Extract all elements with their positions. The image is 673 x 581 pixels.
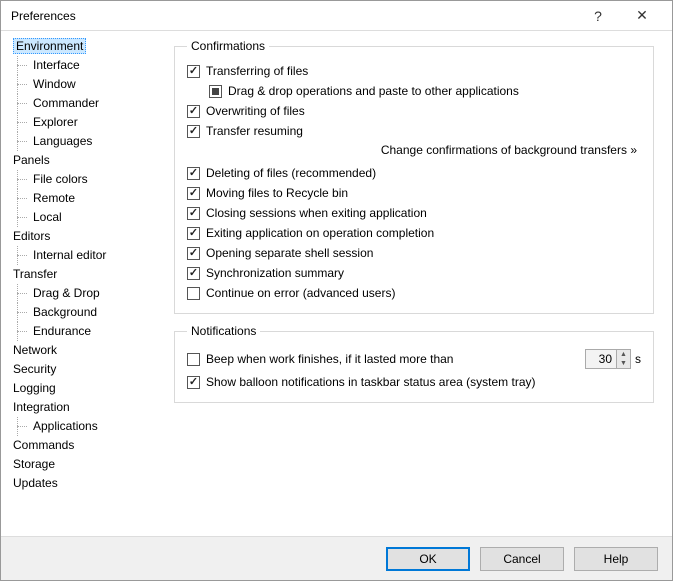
tree-window[interactable]: Window xyxy=(11,75,162,94)
tree-interface[interactable]: Interface xyxy=(11,56,162,75)
content: Environment Interface Window Commander E… xyxy=(1,31,672,536)
chk-deleting[interactable] xyxy=(187,167,200,180)
nav-tree: Environment Interface Window Commander E… xyxy=(1,31,166,536)
chk-drag-paste[interactable] xyxy=(209,85,222,98)
spinner-up-icon[interactable]: ▲ xyxy=(617,350,630,359)
tree-internal-editor[interactable]: Internal editor xyxy=(11,246,162,265)
chk-exiting[interactable] xyxy=(187,227,200,240)
chk-resuming[interactable] xyxy=(187,125,200,138)
help-icon[interactable]: ? xyxy=(576,2,620,30)
help-button[interactable]: Help xyxy=(574,547,658,571)
row-resuming: Transfer resuming xyxy=(187,121,641,141)
tree-applications[interactable]: Applications xyxy=(11,417,162,436)
lbl-balloon[interactable]: Show balloon notifications in taskbar st… xyxy=(206,375,535,389)
tree-languages[interactable]: Languages xyxy=(11,132,162,151)
tree-endurance[interactable]: Endurance xyxy=(11,322,162,341)
tree-environment[interactable]: Environment xyxy=(11,37,162,56)
tree-drag-drop[interactable]: Drag & Drop xyxy=(11,284,162,303)
link-change-bg[interactable]: Change confirmations of background trans… xyxy=(187,141,641,163)
tree-background[interactable]: Background xyxy=(11,303,162,322)
row-continue-err: Continue on error (advanced users) xyxy=(187,283,641,303)
notifications-group: Notifications Beep when work finishes, i… xyxy=(174,324,654,403)
row-beep: Beep when work finishes, if it lasted mo… xyxy=(187,346,641,372)
lbl-shell[interactable]: Opening separate shell session xyxy=(206,246,373,260)
tree-updates[interactable]: Updates xyxy=(11,474,162,493)
tree-file-colors[interactable]: File colors xyxy=(11,170,162,189)
chk-recycle[interactable] xyxy=(187,187,200,200)
chk-continue-err[interactable] xyxy=(187,287,200,300)
lbl-closing[interactable]: Closing sessions when exiting applicatio… xyxy=(206,206,427,220)
beep-seconds-value: 30 xyxy=(586,350,616,368)
row-closing: Closing sessions when exiting applicatio… xyxy=(187,203,641,223)
lbl-recycle[interactable]: Moving files to Recycle bin xyxy=(206,186,348,200)
tree-editors[interactable]: Editors xyxy=(11,227,162,246)
button-bar: OK Cancel Help xyxy=(1,536,672,580)
tree-remote[interactable]: Remote xyxy=(11,189,162,208)
chk-overwriting[interactable] xyxy=(187,105,200,118)
tree-local[interactable]: Local xyxy=(11,208,162,227)
lbl-continue-err[interactable]: Continue on error (advanced users) xyxy=(206,286,395,300)
lbl-deleting[interactable]: Deleting of files (recommended) xyxy=(206,166,376,180)
lbl-sync[interactable]: Synchronization summary xyxy=(206,266,344,280)
cancel-button[interactable]: Cancel xyxy=(480,547,564,571)
beep-unit: s xyxy=(635,352,641,366)
beep-seconds-spinner[interactable]: 30 ▲ ▼ xyxy=(585,349,631,369)
lbl-transferring[interactable]: Transferring of files xyxy=(206,64,308,78)
tree-storage[interactable]: Storage xyxy=(11,455,162,474)
tree-integration[interactable]: Integration xyxy=(11,398,162,417)
ok-button[interactable]: OK xyxy=(386,547,470,571)
lbl-resuming[interactable]: Transfer resuming xyxy=(206,124,303,138)
row-transferring: Transferring of files xyxy=(187,61,641,81)
confirmations-legend: Confirmations xyxy=(187,39,269,53)
window-title: Preferences xyxy=(11,9,576,23)
chk-sync[interactable] xyxy=(187,267,200,280)
close-icon[interactable]: ✕ xyxy=(620,2,664,30)
settings-panel: Confirmations Transferring of files Drag… xyxy=(166,31,672,536)
confirmations-group: Confirmations Transferring of files Drag… xyxy=(174,39,654,314)
tree-commands[interactable]: Commands xyxy=(11,436,162,455)
row-sync: Synchronization summary xyxy=(187,263,641,283)
tree-network[interactable]: Network xyxy=(11,341,162,360)
lbl-drag-paste[interactable]: Drag & drop operations and paste to othe… xyxy=(228,84,519,98)
notifications-legend: Notifications xyxy=(187,324,260,338)
chk-closing[interactable] xyxy=(187,207,200,220)
tree-security[interactable]: Security xyxy=(11,360,162,379)
spinner-down-icon[interactable]: ▼ xyxy=(617,359,630,368)
row-recycle: Moving files to Recycle bin xyxy=(187,183,641,203)
row-overwriting: Overwriting of files xyxy=(187,101,641,121)
chk-beep[interactable] xyxy=(187,353,200,366)
row-balloon: Show balloon notifications in taskbar st… xyxy=(187,372,641,392)
tree-panels[interactable]: Panels xyxy=(11,151,162,170)
tree-transfer[interactable]: Transfer xyxy=(11,265,162,284)
tree-explorer[interactable]: Explorer xyxy=(11,113,162,132)
row-shell: Opening separate shell session xyxy=(187,243,641,263)
chk-shell[interactable] xyxy=(187,247,200,260)
lbl-beep[interactable]: Beep when work finishes, if it lasted mo… xyxy=(206,352,453,366)
tree-commander[interactable]: Commander xyxy=(11,94,162,113)
tree-logging[interactable]: Logging xyxy=(11,379,162,398)
chk-balloon[interactable] xyxy=(187,376,200,389)
chk-transferring[interactable] xyxy=(187,65,200,78)
lbl-exiting[interactable]: Exiting application on operation complet… xyxy=(206,226,434,240)
row-exiting: Exiting application on operation complet… xyxy=(187,223,641,243)
row-deleting: Deleting of files (recommended) xyxy=(187,163,641,183)
titlebar: Preferences ? ✕ xyxy=(1,1,672,31)
row-drag-paste: Drag & drop operations and paste to othe… xyxy=(187,81,641,101)
lbl-overwriting[interactable]: Overwriting of files xyxy=(206,104,305,118)
